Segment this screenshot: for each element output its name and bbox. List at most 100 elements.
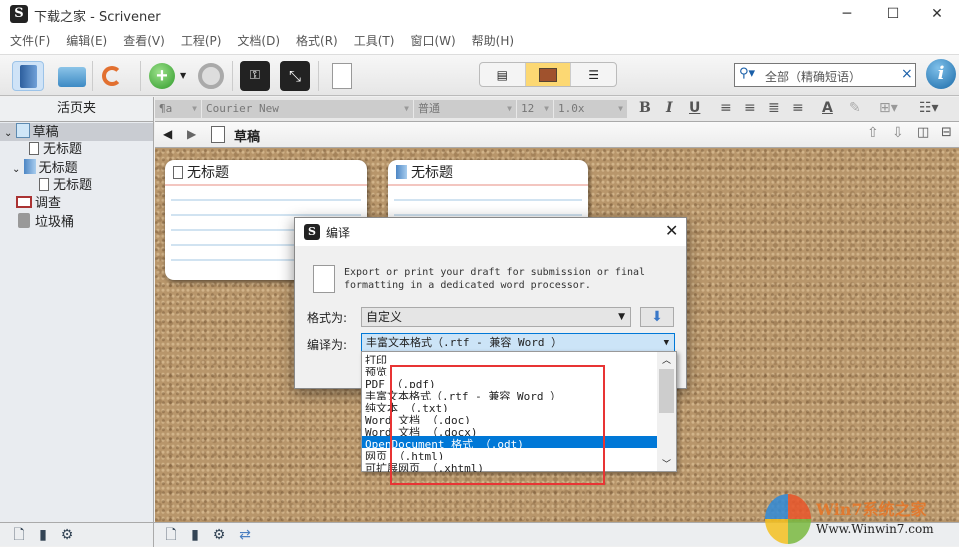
- collections-button[interactable]: [56, 61, 86, 91]
- menu-document[interactable]: 文档(D): [237, 28, 280, 54]
- delete-button[interactable]: [196, 61, 226, 91]
- sync-button[interactable]: [100, 61, 130, 91]
- chevron-down-icon: ▼: [618, 312, 625, 322]
- dialog-title: 编译: [326, 226, 351, 240]
- text-color-icon[interactable]: A: [822, 100, 833, 116]
- key-icon: ⚿: [250, 68, 260, 83]
- fullscreen-icon: ⤡: [288, 67, 301, 85]
- chevron-down-icon[interactable]: ⌄: [4, 128, 16, 139]
- outliner-view-button[interactable]: ☰: [571, 63, 616, 86]
- compile-for-select[interactable]: 丰富文本格式（.rtf - 兼容 Word ） ▼: [361, 333, 675, 353]
- align-right-icon[interactable]: ≡: [792, 100, 804, 116]
- scroll-up-icon[interactable]: ︿: [662, 353, 671, 366]
- menu-window[interactable]: 窗口(W): [410, 28, 455, 54]
- menu-bar: 文件(F) 编辑(E) 查看(V) 工程(P) 文档(D) 格式(R) 工具(T…: [0, 28, 959, 54]
- maximize-button[interactable]: ☐: [870, 0, 916, 28]
- binder-item-untitled-folder[interactable]: ⌄ 无标题: [12, 159, 78, 177]
- menu-help[interactable]: 帮助(H): [472, 28, 514, 54]
- corkboard-view-button[interactable]: [525, 63, 572, 86]
- format-download-button[interactable]: ⬇: [640, 307, 674, 327]
- keywords-button[interactable]: ⚿: [240, 61, 270, 91]
- swap-arrows-icon[interactable]: ⇄: [236, 526, 254, 544]
- format-select[interactable]: 自定义 ▼: [361, 307, 631, 327]
- gear-icon[interactable]: ⚙: [58, 526, 76, 544]
- editor-title: 草稿: [234, 130, 261, 145]
- close-button[interactable]: ✕: [914, 0, 959, 28]
- add-button[interactable]: +: [147, 61, 177, 91]
- document-icon: [173, 166, 183, 179]
- menu-file[interactable]: 文件(F): [10, 28, 50, 54]
- scrollbar-thumb[interactable]: [659, 369, 674, 413]
- font-select[interactable]: Courier New ▼: [202, 100, 414, 118]
- watermark: Win7系统之家 Www.Winwin7.com: [760, 492, 959, 546]
- align-justify-icon[interactable]: ≣: [768, 100, 780, 116]
- forward-arrow-icon[interactable]: ▶: [187, 127, 196, 141]
- chevron-down-icon[interactable]: ⌄: [12, 164, 24, 175]
- search-icon[interactable]: ⚲▾: [739, 66, 755, 81]
- scrivenings-view-button[interactable]: ▤: [480, 63, 526, 86]
- document-stack-icon: ▤: [496, 67, 508, 82]
- arrow-down-icon: ⬇: [651, 309, 663, 325]
- search-field[interactable]: ⚲▾ 全部（精确短语） ×: [734, 63, 916, 87]
- align-center-icon[interactable]: ≡: [744, 100, 756, 116]
- menu-view[interactable]: 查看(V): [123, 28, 165, 54]
- dropdown-scrollbar[interactable]: ︿ ﹀: [657, 352, 676, 471]
- binder-item-draft[interactable]: ⌄ 草稿: [0, 123, 153, 141]
- split-horizontal-icon[interactable]: ⊟: [941, 125, 952, 140]
- menu-tools[interactable]: 工具(T): [354, 28, 395, 54]
- binder-toggle-button[interactable]: [12, 61, 44, 91]
- inspector-info-button[interactable]: i: [926, 59, 956, 89]
- sync-icon: [102, 66, 122, 86]
- compile-button[interactable]: [326, 61, 356, 91]
- minimize-button[interactable]: ─: [824, 0, 870, 28]
- compile-icon: [332, 63, 352, 89]
- watermark-brand: Win7系统之家: [816, 500, 927, 519]
- trash-icon: [18, 213, 30, 228]
- format-label: 格式为:: [307, 311, 348, 325]
- bold-button[interactable]: B: [639, 100, 651, 116]
- arrow-up-icon[interactable]: ⇧: [867, 125, 879, 141]
- composition-mode-button[interactable]: ⤡: [280, 61, 310, 91]
- scrivener-app-icon: S: [304, 224, 320, 240]
- dialog-close-button[interactable]: ✕: [665, 221, 678, 240]
- split-vertical-icon[interactable]: ◫: [917, 125, 929, 140]
- folder-icon: [58, 67, 86, 87]
- menu-edit[interactable]: 编辑(E): [66, 28, 107, 54]
- binder-item-trash[interactable]: 垃圾桶: [18, 213, 74, 231]
- format-bar: ¶a ▼ Courier New ▼ 普通 ▼ 12 ▼ 1.0x ▼ B I U ≡ ≡…: [155, 97, 959, 122]
- scroll-down-icon[interactable]: ﹀: [662, 457, 671, 470]
- gear-icon[interactable]: ⚙: [210, 526, 228, 544]
- add-document-icon[interactable]: 🗋: [10, 526, 28, 544]
- binder-header: 活页夹: [0, 97, 154, 122]
- paragraph-style-select[interactable]: ¶a ▼: [155, 100, 202, 118]
- table-icon[interactable]: ⊞▾: [879, 100, 898, 116]
- add-folder-icon[interactable]: ▮: [186, 526, 204, 544]
- back-arrow-icon[interactable]: ◀: [163, 127, 172, 141]
- binder-item-research[interactable]: 调查: [16, 195, 61, 213]
- line-spacing-select[interactable]: 1.0x ▼: [554, 100, 628, 118]
- list-icon[interactable]: ☷▾: [919, 100, 939, 116]
- binder-item-untitled-child[interactable]: 无标题: [39, 177, 92, 195]
- menu-format[interactable]: 格式(R): [296, 28, 338, 54]
- highlight-icon[interactable]: ✎: [849, 100, 861, 116]
- dialog-title-bar: S 编译 ✕: [295, 218, 686, 246]
- compile-for-label: 编译为:: [307, 338, 348, 352]
- font-weight-select[interactable]: 普通 ▼: [414, 100, 517, 118]
- menu-project[interactable]: 工程(P): [181, 28, 222, 54]
- outline-icon: ☰: [588, 67, 600, 82]
- font-size-select[interactable]: 12 ▼: [517, 100, 554, 118]
- clear-search-icon[interactable]: ×: [901, 66, 913, 82]
- draft-document-icon: [211, 126, 225, 143]
- add-folder-icon[interactable]: ▮: [34, 526, 52, 544]
- option-print[interactable]: 打印: [362, 352, 658, 364]
- title-bar: S 下载之家 - Scrivener ─ ☐ ✕: [0, 0, 959, 28]
- add-document-icon[interactable]: 🗋: [162, 526, 180, 544]
- add-dropdown-arrow-icon[interactable]: ▼: [180, 71, 186, 80]
- italic-button[interactable]: I: [666, 100, 673, 116]
- binder-item-untitled[interactable]: 无标题: [29, 141, 82, 159]
- align-left-icon[interactable]: ≡: [720, 100, 732, 116]
- no-entry-icon: [198, 63, 224, 89]
- underline-button[interactable]: U: [689, 100, 700, 116]
- scrivener-app-icon: S: [10, 5, 28, 23]
- arrow-down-icon[interactable]: ⇩: [892, 125, 904, 141]
